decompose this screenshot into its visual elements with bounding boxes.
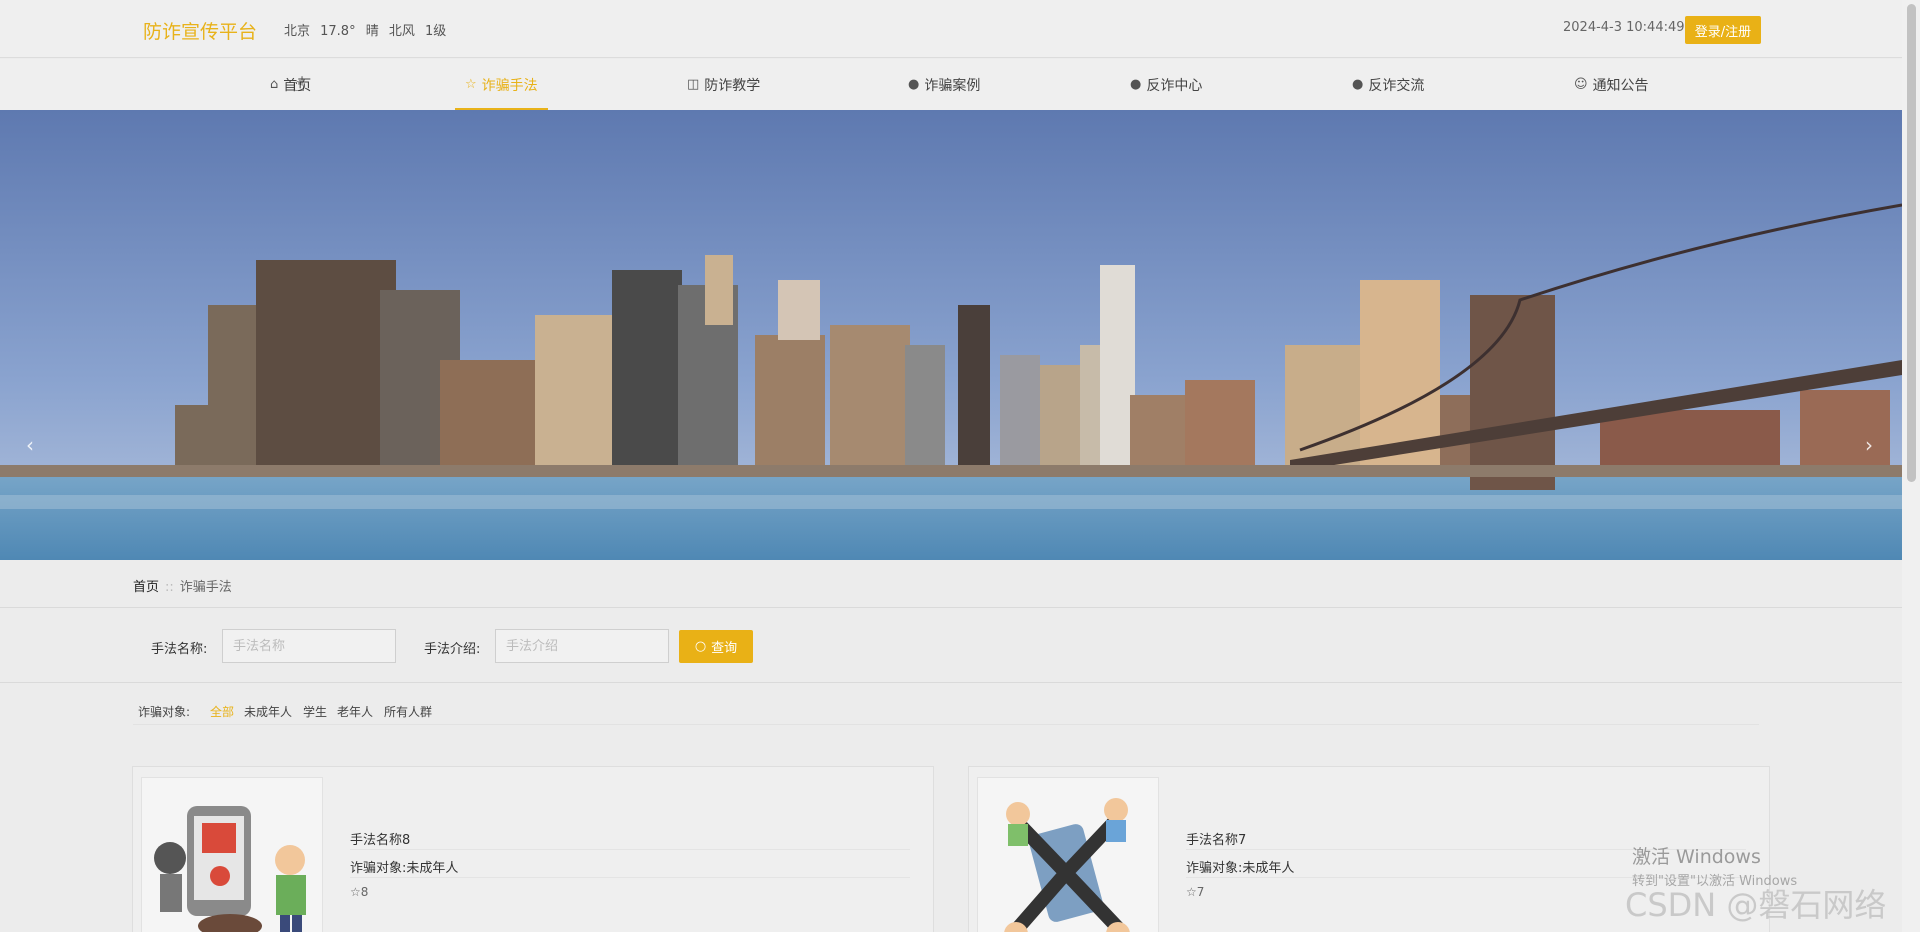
method-card[interactable]: 手法名称8 诈骗对象:未成年人 ☆8 <box>132 766 934 932</box>
star-icon: ☆ <box>350 885 361 899</box>
divider <box>350 849 910 850</box>
divider <box>0 607 1902 608</box>
search-icon: ○ <box>694 639 707 654</box>
breadcrumb-home[interactable]: 首页 <box>133 580 159 595</box>
nav-label: 防诈教学 <box>704 77 761 94</box>
divider <box>0 682 1902 683</box>
method-name-input[interactable] <box>222 629 396 663</box>
breadcrumb-separator: :: <box>165 580 174 595</box>
carousel-next-button[interactable]: › <box>1865 433 1873 457</box>
breadcrumb-current: 诈骗手法 <box>179 580 232 595</box>
nav-item-fraud-methods[interactable]: ☆ 诈骗手法 <box>455 59 548 110</box>
main-nav: ⌂ 首页 ☆ 诈骗手法 ◫ 防诈教学 ● 诈骗案例 ● 反诈中心 ● 反诈交流 … <box>0 59 1902 110</box>
breadcrumb: 首页:: 诈骗手法 <box>133 576 232 595</box>
method-intro-input[interactable] <box>495 629 669 663</box>
site-brand[interactable]: 防诈宣传平台 <box>143 17 257 44</box>
scrollbar-thumb[interactable] <box>1907 4 1916 482</box>
phone-scam-illustration <box>154 806 306 932</box>
nav-label: 诈骗案例 <box>924 77 981 94</box>
alert-icon: ● <box>908 77 920 92</box>
divider <box>350 877 910 878</box>
filter-option-elderly[interactable]: 老年人 <box>337 703 373 720</box>
method-target: 诈骗对象:未成年人 <box>1186 861 1295 876</box>
favorite-count: ☆8 <box>350 885 368 899</box>
method-thumbnail[interactable] <box>977 777 1159 932</box>
divider <box>133 724 1759 725</box>
favorite-count-value: 7 <box>1196 885 1205 899</box>
filter-option-all[interactable]: 全部 <box>210 703 234 720</box>
method-thumbnail[interactable] <box>141 777 323 932</box>
method-name-label: 手法名称: <box>151 642 208 657</box>
smile-icon: ☺ <box>1574 77 1588 92</box>
method-target: 诈骗对象:未成年人 <box>350 861 459 876</box>
filter-option-minors[interactable]: 未成年人 <box>244 703 292 720</box>
favorite-count-value: 8 <box>360 885 369 899</box>
nav-item-anti-fraud-teaching[interactable]: ◫ 防诈教学 <box>687 59 760 110</box>
home-icon: ⌂ <box>270 77 279 92</box>
nav-item-anti-fraud-forum[interactable]: ● 反诈交流 <box>1352 59 1424 110</box>
favorite-count: ☆7 <box>1186 885 1204 899</box>
search-button[interactable]: ○ 查询 <box>679 630 753 663</box>
carousel-prev-button[interactable]: ‹ <box>26 433 34 457</box>
scam-victims-illustration <box>1004 798 1130 932</box>
method-title[interactable]: 手法名称8 <box>350 829 410 848</box>
method-intro-label: 手法介绍: <box>424 642 481 657</box>
nav-label: 反诈中心 <box>1146 77 1203 94</box>
nav-item-fraud-cases[interactable]: ● 诈骗案例 <box>908 59 980 110</box>
nav-label: 反诈交流 <box>1368 77 1425 94</box>
current-datetime: 2024-4-3 10:44:49 <box>1563 20 1685 35</box>
method-title[interactable]: 手法名称7 <box>1186 829 1246 848</box>
weather-info: 北京 17.8° 晴 北风 1级 <box>284 24 447 39</box>
city-skyline-image <box>0 110 1902 560</box>
search-button-label: 查询 <box>711 641 738 656</box>
star-icon: ☆ <box>465 77 477 92</box>
top-bar: 防诈宣传平台 北京 17.8° 晴 北风 1级 2024-4-3 10:44:4… <box>0 0 1902 58</box>
fraud-target-label: 诈骗对象: <box>138 705 191 719</box>
csdn-watermark: CSDN @磐石网络 <box>1625 886 1887 924</box>
nav-label: 通知公告 <box>1592 77 1649 94</box>
info-icon: ● <box>1352 77 1364 92</box>
nav-item-announcements[interactable]: ☺ 通知公告 <box>1574 59 1649 110</box>
nav-label: 诈骗手法 <box>481 77 538 94</box>
hero-carousel[interactable]: ‹ › <box>0 110 1902 560</box>
page-scrollbar[interactable] <box>1902 0 1920 932</box>
hand-cursor-icon: ☝ <box>293 72 306 96</box>
filter-option-students[interactable]: 学生 <box>303 703 327 720</box>
nav-item-anti-fraud-center[interactable]: ● 反诈中心 <box>1130 59 1202 110</box>
star-icon: ☆ <box>1186 885 1197 899</box>
question-icon: ● <box>1130 77 1142 92</box>
bag-icon: ◫ <box>687 77 700 92</box>
windows-activation-watermark: 激活 Windows <box>1632 846 1761 868</box>
login-register-button[interactable]: 登录/注册 <box>1685 16 1761 44</box>
filter-option-everyone[interactable]: 所有人群 <box>384 703 432 720</box>
